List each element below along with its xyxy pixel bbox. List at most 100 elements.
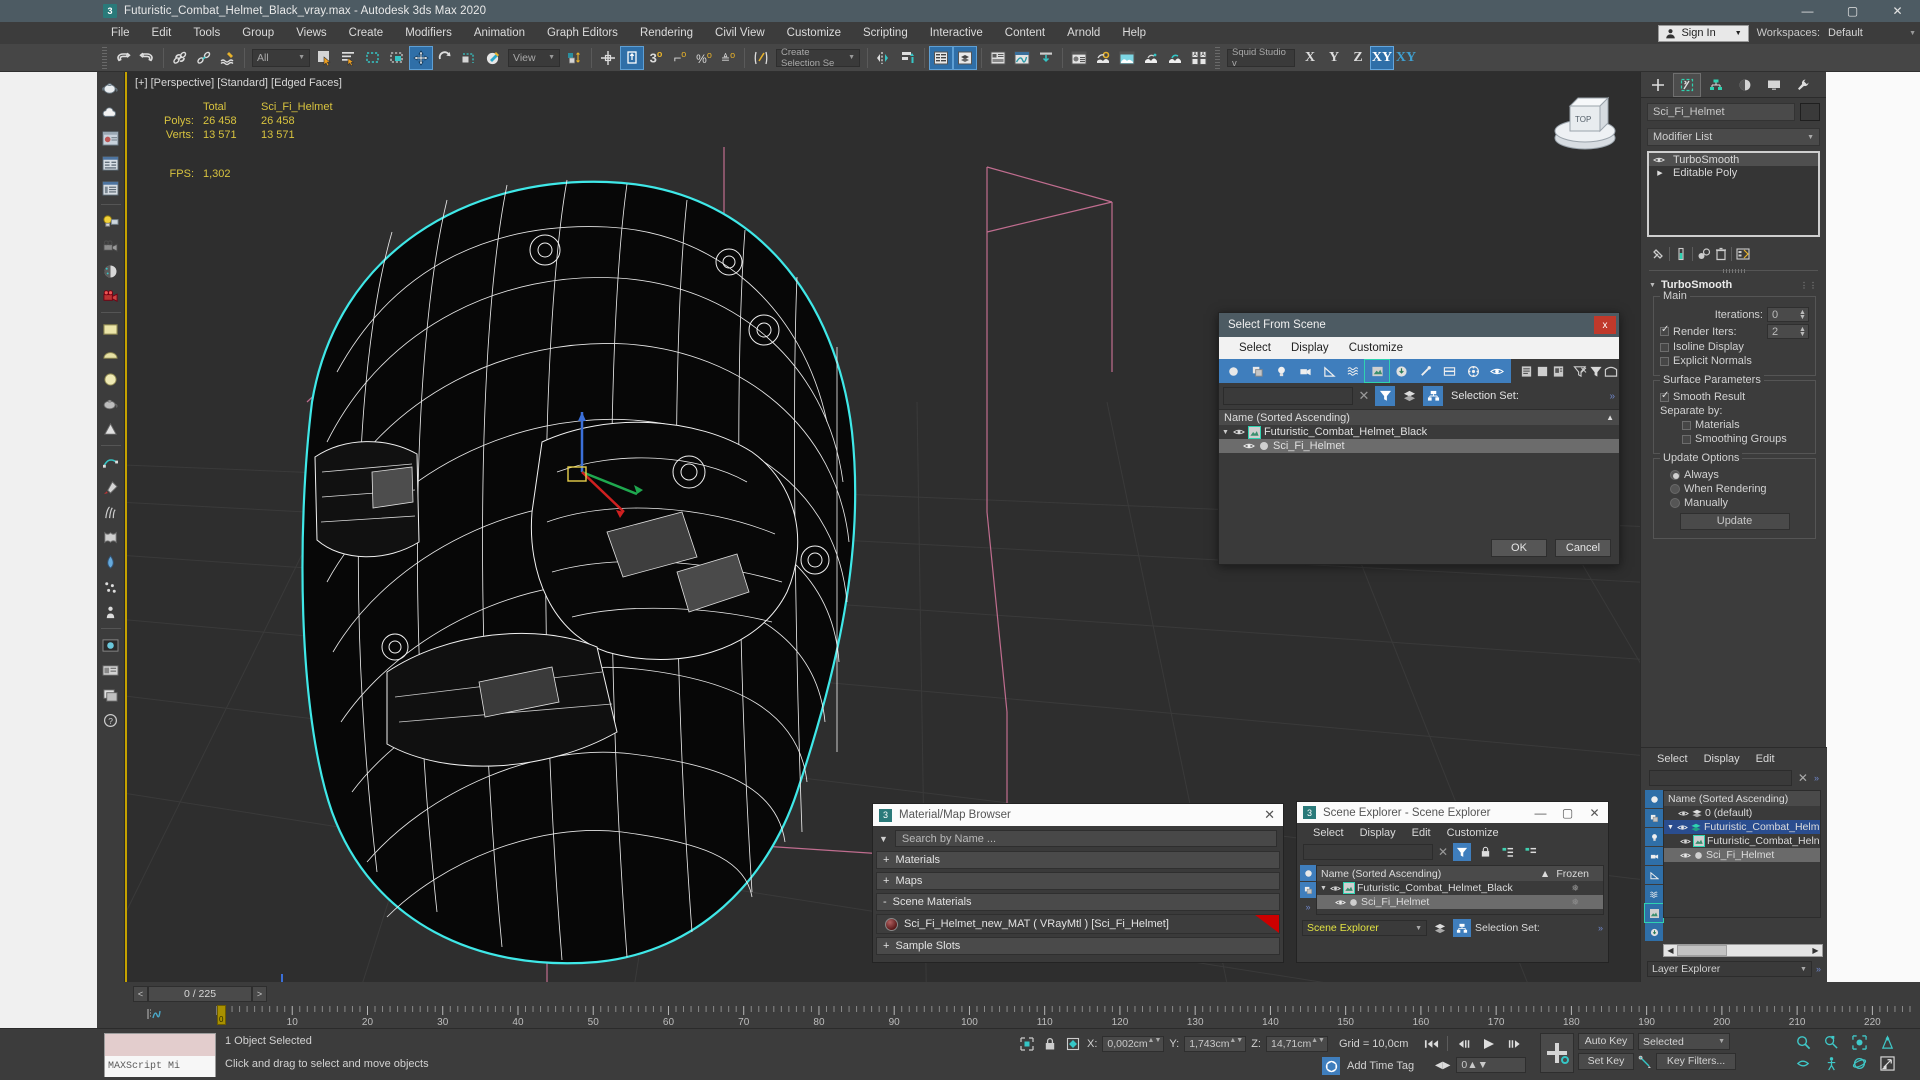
eye-icon[interactable] (1678, 809, 1689, 818)
expand-chevron-icon[interactable]: » (1598, 923, 1603, 933)
video-post-icon[interactable] (99, 284, 123, 308)
time-ruler[interactable]: 10 20 30 40 50 60 70 80 90 100 110 120 130 140 150 160 1… (155, 1005, 1915, 1028)
material-slot-flat-icon[interactable] (99, 317, 123, 341)
object-name-input[interactable]: Sci_Fi_Helmet (1647, 103, 1795, 121)
lights-filter-icon[interactable] (1269, 360, 1293, 382)
particles-icon[interactable] (99, 575, 123, 599)
select-and-link-icon[interactable] (168, 46, 192, 70)
helpers-filter-icon[interactable] (1317, 360, 1341, 382)
orbit-icon[interactable] (1846, 1054, 1872, 1073)
shapes-filter-icon[interactable] (1645, 809, 1663, 827)
se-menu-select[interactable]: Select (1305, 826, 1352, 840)
material-slot-dome-icon[interactable] (99, 342, 123, 366)
y-field[interactable]: 1,743cm ▲▼ (1184, 1036, 1247, 1052)
cancel-button[interactable]: Cancel (1555, 539, 1611, 557)
modifier-list-select[interactable]: Modifier List ▼ (1647, 128, 1820, 146)
tab-create[interactable] (1644, 73, 1672, 97)
scroll-left-icon[interactable]: ◀ (1664, 946, 1677, 955)
help-icon[interactable]: ? (99, 708, 123, 732)
axis-z-button[interactable]: Z (1346, 46, 1370, 70)
display-list-icon[interactable] (1519, 360, 1535, 382)
expand-rail-chevron-icon[interactable]: » (1300, 899, 1316, 915)
axis-xy-button[interactable]: XY (1370, 45, 1394, 70)
explorer-preset-select[interactable]: Scene Explorer ▼ (1302, 920, 1427, 936)
zoom-icon[interactable] (1790, 1033, 1816, 1052)
auto-key-button[interactable]: Auto Key (1578, 1033, 1634, 1050)
render-iters-checkbox[interactable] (1660, 324, 1669, 336)
layers-toggle-icon[interactable] (1399, 386, 1419, 406)
make-unique-icon[interactable] (1697, 247, 1711, 261)
se-menu-display[interactable]: Display (1352, 826, 1404, 840)
menu-edit[interactable]: Edit (141, 24, 183, 42)
select-and-place-icon[interactable] (481, 46, 505, 70)
sign-in-button[interactable]: Sign In ▼ (1658, 24, 1749, 42)
reference-coordinate-select[interactable]: View ▼ (508, 48, 560, 67)
percent-icon[interactable]: %o (692, 46, 716, 70)
filter-toggle-icon[interactable] (1375, 386, 1395, 406)
menu-content[interactable]: Content (994, 24, 1056, 42)
populate-icon[interactable] (99, 600, 123, 624)
object-color-swatch[interactable] (1800, 103, 1820, 121)
rendered-frame-window-icon[interactable] (1115, 46, 1139, 70)
maxscript-mini-listener[interactable]: MAXScript Mi (104, 1033, 216, 1077)
groups-filter-icon[interactable] (1644, 903, 1664, 923)
all-filter-icon[interactable] (1461, 360, 1485, 382)
expand-triangle-icon[interactable]: ▼ (1667, 824, 1674, 831)
close-button[interactable]: ✕ (1875, 0, 1920, 22)
eye-icon[interactable] (1677, 823, 1688, 832)
clear-filter-icon[interactable] (1572, 360, 1588, 382)
lock-icon[interactable] (1476, 843, 1494, 861)
spinner-arrows-icon[interactable]: ▲▼ (1311, 1037, 1325, 1045)
eye-icon[interactable] (1232, 427, 1245, 437)
z-field[interactable]: 14,71cm ▲▼ (1265, 1036, 1328, 1052)
axis-x-button[interactable]: X (1298, 46, 1322, 70)
ok-button[interactable]: OK (1491, 539, 1547, 557)
dialog-close-button[interactable]: x (1594, 316, 1616, 334)
geometry-filter-icon[interactable] (1221, 360, 1245, 382)
list-item[interactable]: Sci_Fi_Helmet (1219, 439, 1619, 453)
dialog-list-header[interactable]: Name (Sorted Ascending) ▲ (1219, 409, 1619, 425)
stack-item-editable-poly[interactable]: ▶ Editable Poly (1649, 166, 1818, 179)
menu-views[interactable]: Views (285, 24, 337, 42)
field-of-view-icon[interactable] (1874, 1033, 1900, 1052)
snaps-toggle-icon[interactable] (596, 46, 620, 70)
named-selection-set-select[interactable]: Create Selection Se ▼ (776, 47, 860, 69)
explicit-normals-checkbox[interactable] (1660, 356, 1669, 366)
space-warps-filter-icon[interactable] (1341, 360, 1365, 382)
menu-graph-editors[interactable]: Graph Editors (536, 24, 629, 42)
hair-icon[interactable] (99, 500, 123, 524)
list-item[interactable]: 0 (default) (1664, 806, 1820, 820)
key-target-select[interactable]: Selected ▼ (1638, 1033, 1730, 1050)
lock-selection-icon[interactable] (1041, 1035, 1059, 1053)
layer-explorer-list[interactable]: Name (Sorted Ascending) 0 (default) ▼ Fu… (1663, 790, 1821, 918)
spinner-arrows-icon[interactable]: ▲▼ (1148, 1037, 1162, 1045)
hierarchy-toggle-icon[interactable] (1453, 919, 1471, 937)
select-and-move-icon[interactable] (409, 45, 433, 70)
menu-help[interactable]: Help (1111, 24, 1157, 42)
shapes-filter-icon[interactable] (1300, 882, 1316, 898)
hierarchy-toggle-icon[interactable] (1423, 386, 1443, 406)
geometry-filter-icon[interactable] (1645, 790, 1663, 808)
display-detail-icon[interactable] (1550, 360, 1566, 382)
se-menu-customize[interactable]: Customize (1439, 826, 1507, 840)
cloth-icon[interactable] (99, 525, 123, 549)
space-warps-filter-icon[interactable] (1645, 885, 1663, 903)
use-pivot-point-center-icon[interactable] (563, 46, 587, 70)
render-preview-icon[interactable] (99, 633, 123, 657)
list-item[interactable]: ▼ Futuristic_Combat_Helmet_ (1664, 820, 1820, 834)
material-map-browser[interactable]: 3 Material/Map Browser ✕ ▼ Search by Nam… (872, 803, 1284, 963)
select-by-name-icon[interactable] (337, 46, 361, 70)
scene-explorer-titlebar[interactable]: 3 Scene Explorer - Scene Explorer — ▢ ✕ (1297, 802, 1608, 823)
filter-toggle-icon[interactable] (1453, 843, 1472, 861)
clear-search-icon[interactable]: ✕ (1798, 771, 1808, 785)
angle-snap-toggle-icon[interactable] (620, 45, 644, 70)
pan-view-icon[interactable] (1790, 1054, 1816, 1073)
smooth-result-checkbox[interactable] (1660, 390, 1669, 402)
render-production-icon[interactable] (1139, 46, 1163, 70)
pin-stack-icon[interactable] (1651, 247, 1665, 261)
view-cube[interactable]: TOP (1550, 86, 1620, 156)
x-field[interactable]: 0,002cm ▲▼ (1102, 1036, 1165, 1052)
menu-tools[interactable]: Tools (182, 24, 231, 42)
mmb-titlebar[interactable]: 3 Material/Map Browser ✕ (873, 804, 1283, 826)
table-row[interactable]: Sci_Fi_Helmet ❅ (1317, 895, 1603, 909)
